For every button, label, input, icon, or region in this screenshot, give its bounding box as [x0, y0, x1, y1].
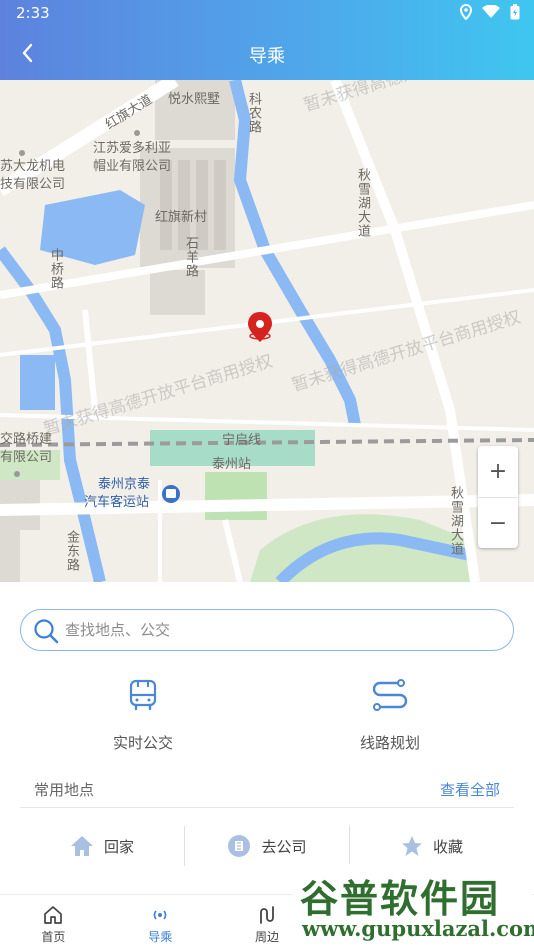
tab-guide[interactable]: 导乘	[107, 895, 214, 950]
nav-header: 导乘	[0, 28, 534, 80]
map-label: 汽车客运站	[84, 495, 150, 510]
place-label: 去公司	[261, 837, 307, 856]
tab-home[interactable]: 首页	[0, 895, 107, 950]
map-label: 秋雪湖大道	[355, 168, 370, 238]
map-label: 石羊路	[183, 236, 198, 278]
view-all-link[interactable]: 查看全部	[440, 779, 500, 800]
zoom-control: + −	[478, 446, 518, 548]
map-label: 中桥路	[48, 248, 63, 290]
signal-tab-icon	[153, 910, 167, 920]
map-label: 悦水熙墅	[168, 92, 221, 107]
watermark-brand: 谷普软件园	[300, 877, 501, 921]
location-icon	[460, 4, 472, 20]
feature-label: 实时公交	[112, 734, 173, 752]
feature-label: 线路规划	[359, 734, 420, 752]
quick-places: 回家 去公司 收藏	[20, 826, 514, 866]
bus-station-icon	[162, 485, 180, 503]
map-label: 泰州京泰	[98, 477, 151, 492]
site-watermark-logo: 谷普软件园 www.gupuxlazal.com	[292, 864, 534, 946]
search-icon	[34, 619, 59, 644]
map-label: 帽业有限公司	[93, 159, 172, 174]
route-icon	[372, 679, 408, 711]
common-places-header: 常用地点 查看全部	[20, 776, 514, 808]
map-label: 苏大龙机电	[0, 159, 66, 174]
place-label: 收藏	[432, 837, 463, 856]
zoom-in-button[interactable]: +	[478, 446, 518, 497]
feature-realtime-bus[interactable]: 实时公交	[63, 678, 223, 753]
map-label: 宁启线	[222, 433, 262, 448]
battery-icon	[510, 4, 520, 20]
status-icons	[460, 4, 520, 20]
nearby-tab-icon	[260, 906, 274, 924]
zoom-out-button[interactable]: −	[478, 497, 518, 548]
map-label: 红旗新村	[155, 210, 208, 225]
status-bar: 2:33	[0, 0, 534, 28]
map-label: 科农路	[246, 92, 261, 134]
map-label: 江苏爱多利亚	[93, 141, 172, 156]
tab-label: 首页	[41, 930, 66, 944]
tab-label: 周边	[254, 930, 279, 944]
home-icon	[70, 836, 93, 856]
search-input[interactable]	[65, 618, 495, 642]
building-icon	[228, 835, 251, 857]
map-view[interactable]: 暂未获得高德开放平台商用授权 暂未获得高德开放平台商用授权 暂未获得高德开放平台…	[0, 80, 534, 582]
wifi-icon	[482, 5, 500, 18]
watermark-url: www.gupuxlazal.com	[302, 916, 534, 941]
search-bar[interactable]	[20, 609, 514, 651]
bus-icon	[129, 679, 157, 711]
tab-label: 导乘	[148, 930, 173, 944]
location-marker-icon[interactable]	[248, 312, 272, 342]
map-label: 金东路	[64, 530, 79, 572]
map-label: 泰州站	[212, 457, 252, 472]
star-icon	[401, 836, 422, 856]
section-title: 常用地点	[34, 781, 95, 799]
map-label: 秋雪湖大道	[448, 486, 463, 556]
place-office-button[interactable]: 去公司	[184, 826, 349, 866]
page-title: 导乘	[249, 46, 285, 67]
status-time: 2:33	[16, 4, 50, 22]
map-label: 交路桥建	[0, 432, 53, 447]
map-label: 技有限公司	[0, 177, 66, 192]
home-tab-icon	[44, 906, 63, 924]
place-favorites-button[interactable]: 收藏	[349, 826, 514, 866]
place-home-button[interactable]: 回家	[20, 826, 184, 866]
feature-route-planning[interactable]: 线路规划	[310, 678, 470, 753]
map-label: 有限公司	[0, 450, 53, 465]
place-label: 回家	[103, 837, 134, 856]
